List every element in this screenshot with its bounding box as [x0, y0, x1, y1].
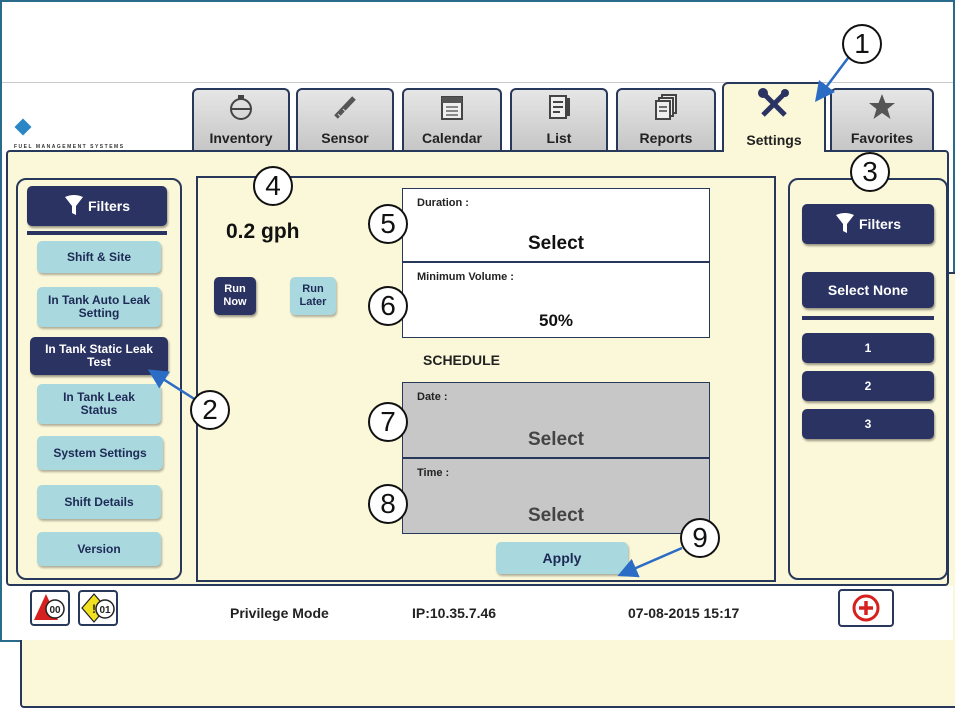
- callout-9: 9: [680, 518, 720, 558]
- callout-6: 6: [368, 286, 408, 326]
- arrow-2: [147, 369, 197, 402]
- callout-4: 4: [253, 166, 293, 206]
- callout-arrows: [147, 57, 849, 578]
- callout-1: 1: [842, 24, 882, 64]
- arrow-1: [815, 57, 849, 102]
- callout-8: 8: [368, 484, 408, 524]
- callout-2: 2: [190, 390, 230, 430]
- arrow-9: [617, 546, 683, 578]
- callout-5: 5: [368, 204, 408, 244]
- callout-3: 3: [850, 152, 890, 192]
- callout-7: 7: [368, 402, 408, 442]
